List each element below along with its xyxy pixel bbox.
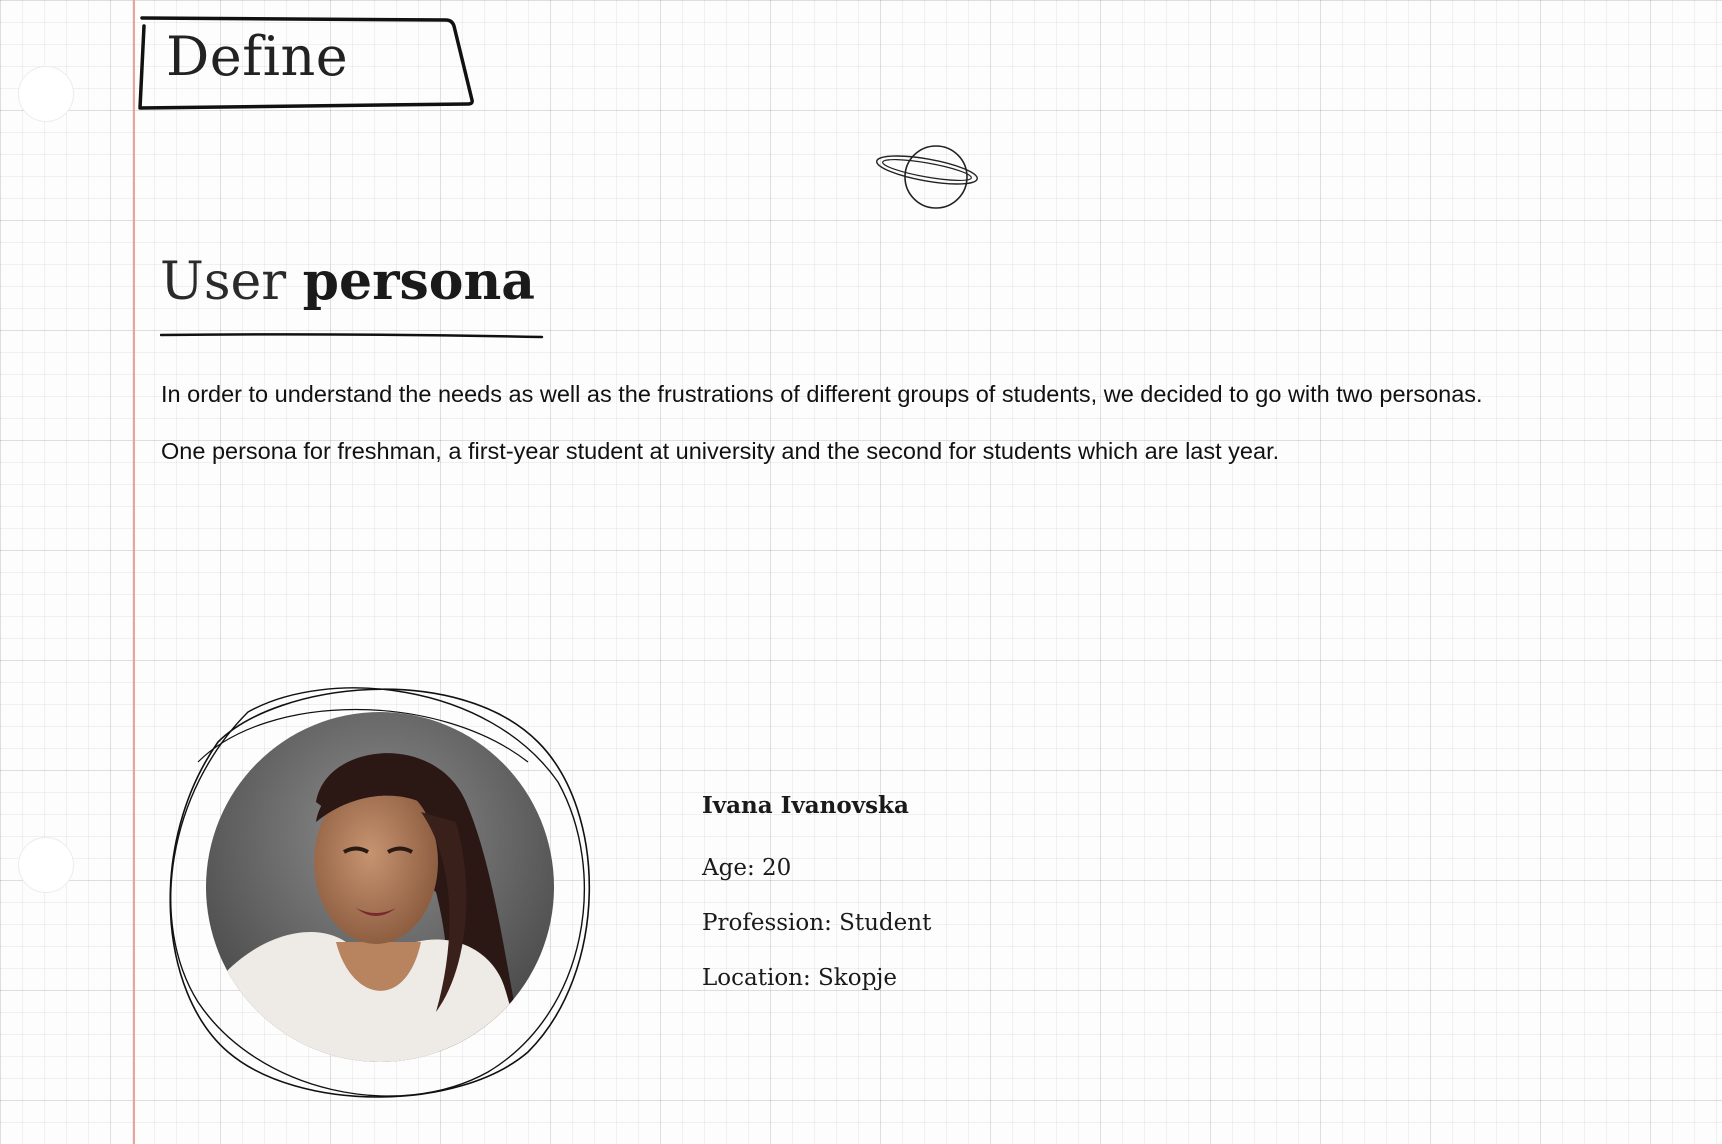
- binder-hole: [18, 66, 74, 122]
- avatar-photo: [206, 712, 554, 1062]
- page-title: User persona: [160, 256, 535, 309]
- planet-icon: [876, 145, 978, 209]
- intro-paragraph: One persona for freshman, a first-year s…: [161, 438, 1280, 464]
- section-tag: Define: [134, 14, 474, 110]
- persona-profession: Profession: Student: [702, 910, 932, 936]
- persona-age: Age: 20: [702, 855, 792, 881]
- persona-avatar: [158, 672, 608, 1112]
- persona-name: Ivana Ivanovska: [702, 792, 909, 819]
- title-bold: persona: [302, 251, 535, 312]
- persona-location: Location: Skopje: [702, 965, 898, 991]
- persona-details: Ivana Ivanovska Age: 20 Profession: Stud…: [702, 792, 931, 1019]
- intro-text: In order to understand the needs as well…: [161, 380, 1581, 494]
- section-title: Define: [166, 25, 349, 88]
- binder-hole: [18, 837, 74, 893]
- notebook-margin-line: [133, 0, 135, 1144]
- title-underline: [160, 333, 544, 339]
- title-light: User: [160, 252, 287, 312]
- intro-paragraph: In order to understand the needs as well…: [161, 381, 1483, 407]
